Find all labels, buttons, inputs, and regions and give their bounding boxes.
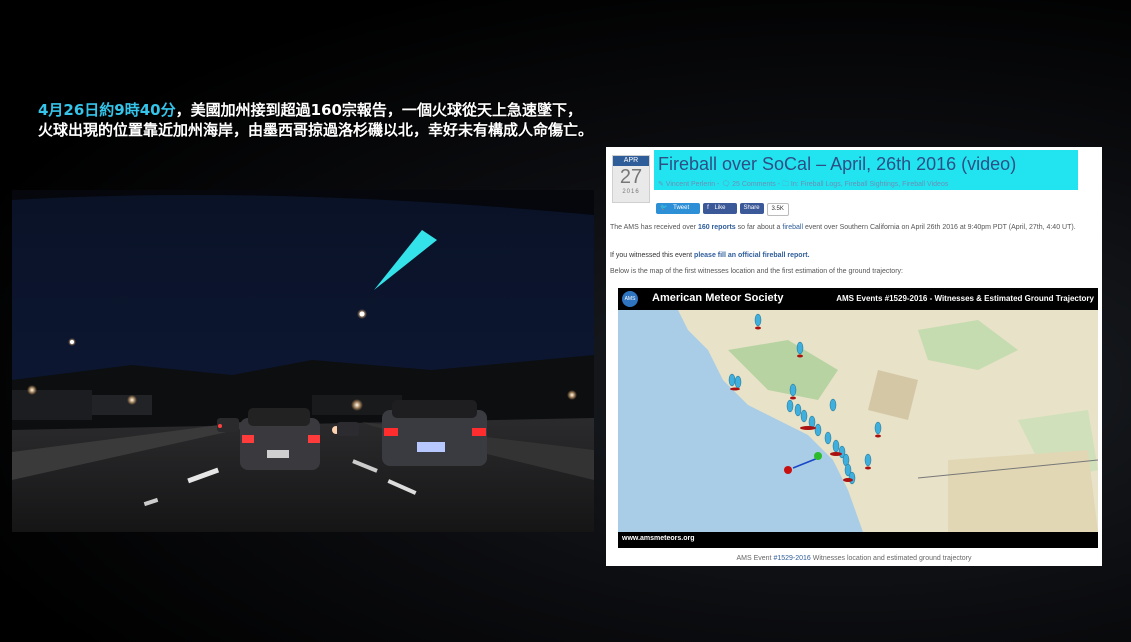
dashcam-video-frame [12, 190, 594, 532]
caption-highlight: 4月26日約9時40分 [38, 101, 176, 119]
article-paragraph-1: The AMS has received over 160 reports so… [610, 223, 1096, 233]
event-link[interactable]: #1529-2016 [773, 555, 810, 562]
like-button[interactable]: f Like [703, 203, 737, 214]
p2-text-a: If you witnessed this event [610, 252, 695, 259]
article-paragraph-3: Below is the map of the first witnesses … [610, 268, 903, 275]
ams-logo: AMS [622, 291, 638, 307]
tweet-button[interactable]: 🐦 Tweet [656, 203, 701, 214]
map-org-name: American Meteor Society [652, 292, 784, 304]
map-terrain [618, 310, 1098, 532]
like-label: Like [714, 205, 726, 211]
map-caption-b: Witnesses location and estimated ground … [810, 555, 972, 562]
map-caption: AMS Event #1529-2016 Witnesses location … [606, 555, 1102, 562]
map-event-title: AMS Events #1529-2016 - Witnesses & Esti… [836, 294, 1094, 303]
caption-line-1-rest: ，美國加州接到超過160宗報告，一個火球從天上急速墜下， [175, 101, 582, 119]
fireball-link[interactable]: fireball [782, 224, 803, 231]
article-screenshot: APR 27 2016 Fireball over SoCal – April,… [606, 147, 1102, 566]
map-footer: www.amsmeteors.org [618, 532, 1098, 548]
map-header: AMS American Meteor Society AMS Events #… [618, 288, 1098, 310]
caption-line-2: 火球出現的位置靠近加州海岸，由墨西哥掠過洛杉磯以北，幸好未有構成人命傷亡。 [38, 121, 594, 139]
article-title[interactable]: Fireball over SoCal – April, 26th 2016 (… [658, 154, 1016, 175]
date-year: 2016 [622, 189, 640, 195]
article-paragraph-2: If you witnessed this event please fill … [610, 251, 1096, 261]
share-count: 3.5K [766, 203, 789, 216]
fireball-report-link[interactable]: please fill an official fireball report. [694, 252, 810, 259]
share-button[interactable]: Share [739, 203, 764, 214]
p1-text-a: The AMS has received over [610, 224, 698, 231]
news-caption: 4月26日約9時40分，美國加州接到超過160宗報告，一個火球從天上急速墜下， … [38, 100, 718, 140]
article-meta: ✎ Vincent Perlerin - 🗨 25 Comments - 🗀 I… [658, 181, 949, 188]
date-day: 27 [619, 166, 643, 188]
map-caption-a: AMS Event [736, 555, 774, 562]
witness-map[interactable]: AMS American Meteor Society AMS Events #… [618, 288, 1098, 548]
share-row: 🐦 Tweet f Like Share 3.5K [656, 203, 792, 216]
reports-link[interactable]: 160 reports [698, 224, 736, 231]
title-highlight: Fireball over SoCal – April, 26th 2016 (… [654, 150, 1078, 190]
date-month: APR [613, 156, 649, 166]
p1-text-b: so far about a [735, 224, 783, 231]
tweet-label: Tweet [673, 205, 690, 211]
caption-line-1: 4月26日約9時40分，美國加州接到超過160宗報告，一個火球從天上急速墜下， [38, 100, 718, 120]
p1-text-c: event over Southern California on April … [803, 224, 1076, 231]
date-badge: APR 27 2016 [612, 155, 650, 203]
map-url[interactable]: www.amsmeteors.org [622, 535, 695, 542]
